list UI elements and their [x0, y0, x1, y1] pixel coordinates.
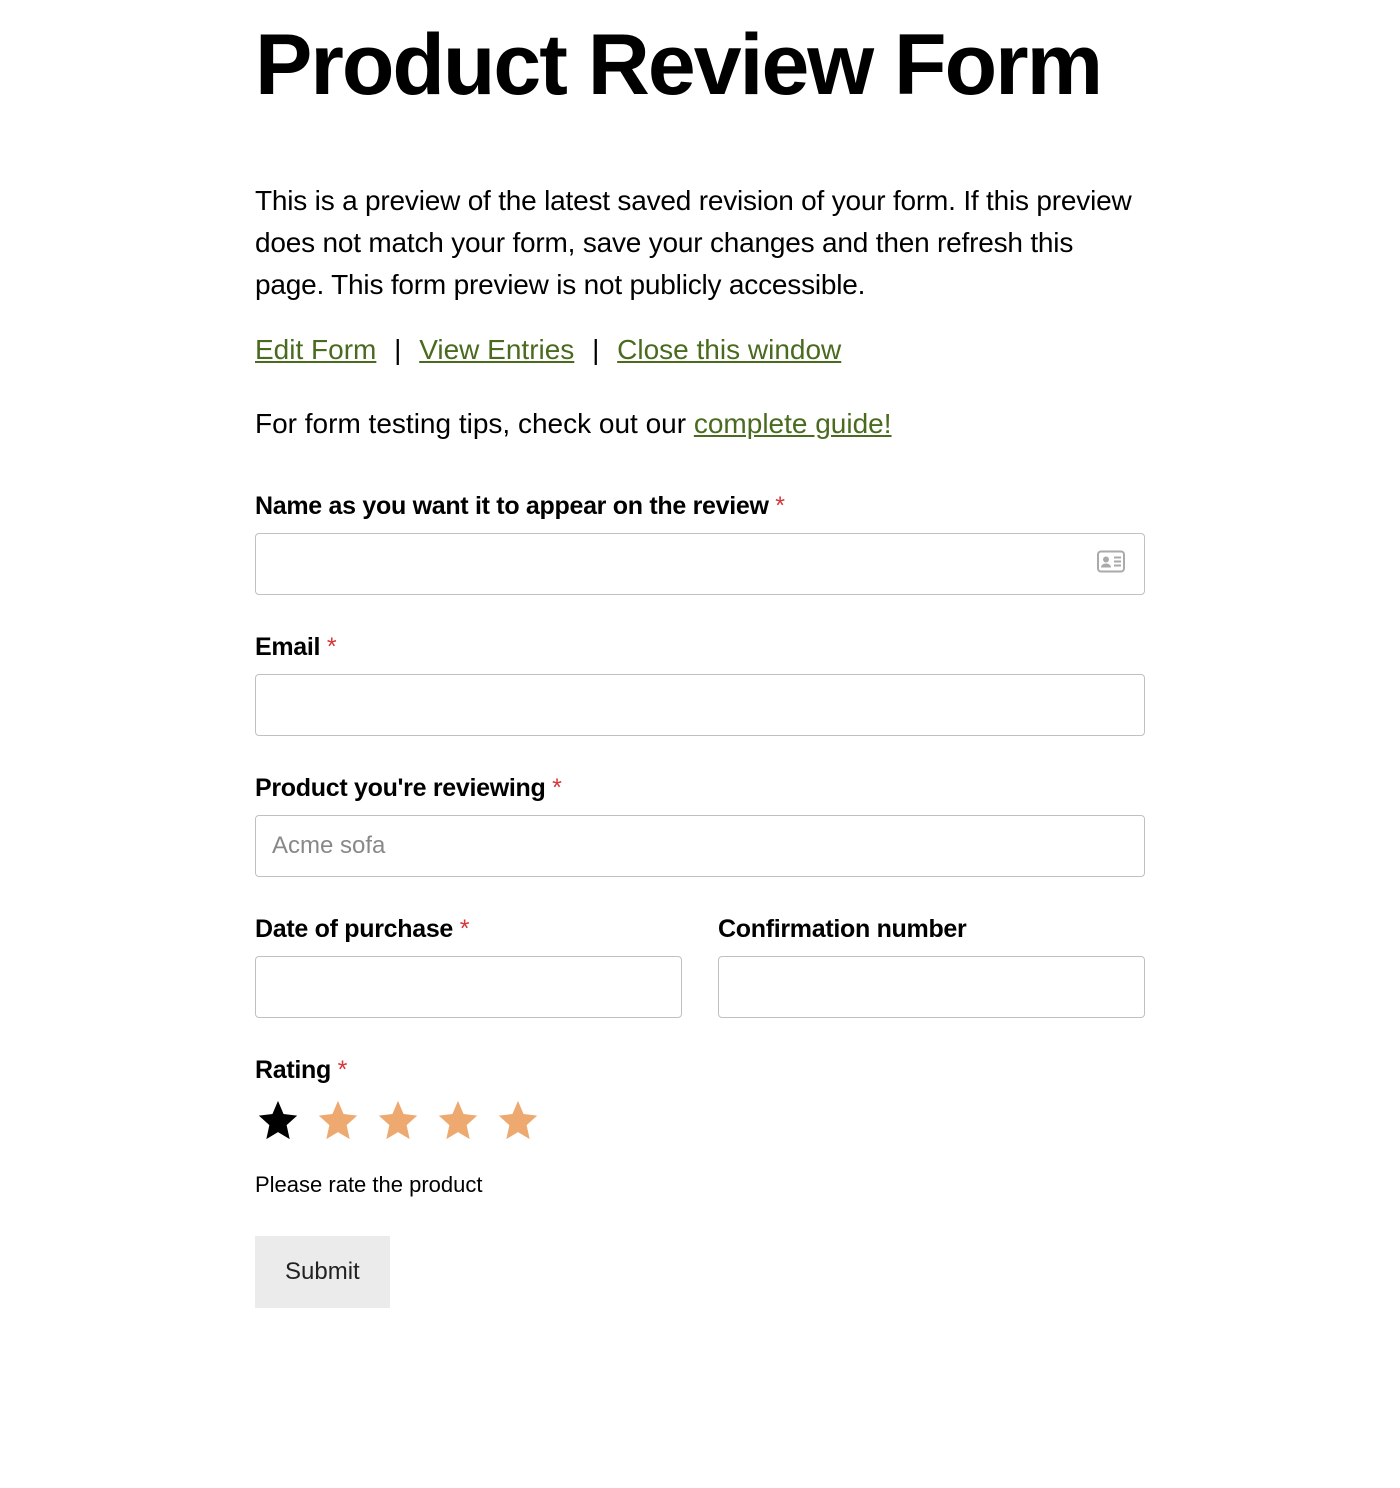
admin-links: Edit Form | View Entries | Close this wi… — [255, 334, 1145, 366]
rating-help-text: Please rate the product — [255, 1172, 1145, 1198]
tips-text: For form testing tips, check out our com… — [255, 408, 1145, 440]
star-icon[interactable] — [435, 1097, 481, 1148]
page-title: Product Review Form — [255, 20, 1145, 110]
intro-text: This is a preview of the latest saved re… — [255, 180, 1145, 306]
required-indicator: * — [775, 492, 784, 520]
required-indicator: * — [552, 774, 561, 802]
star-icon[interactable] — [315, 1097, 361, 1148]
product-input[interactable] — [255, 815, 1145, 877]
separator: | — [394, 334, 401, 365]
email-label: Email * — [255, 633, 1145, 662]
required-indicator: * — [327, 633, 336, 661]
required-indicator: * — [338, 1056, 347, 1084]
name-label: Name as you want it to appear on the rev… — [255, 492, 1145, 521]
confirmation-label: Confirmation number — [718, 915, 1145, 944]
star-icon[interactable] — [495, 1097, 541, 1148]
date-input[interactable] — [255, 956, 682, 1018]
tips-prefix: For form testing tips, check out our — [255, 408, 694, 439]
complete-guide-link[interactable]: complete guide! — [694, 408, 892, 439]
date-label: Date of purchase * — [255, 915, 682, 944]
view-entries-link[interactable]: View Entries — [419, 334, 574, 365]
product-label: Product you're reviewing * — [255, 774, 1145, 803]
separator: | — [592, 334, 599, 365]
rating-label: Rating * — [255, 1056, 1145, 1085]
rating-stars — [255, 1097, 1145, 1148]
email-input[interactable] — [255, 674, 1145, 736]
star-icon[interactable] — [375, 1097, 421, 1148]
confirmation-input[interactable] — [718, 956, 1145, 1018]
required-indicator: * — [460, 915, 469, 943]
close-window-link[interactable]: Close this window — [617, 334, 841, 365]
edit-form-link[interactable]: Edit Form — [255, 334, 376, 365]
contact-card-icon — [1097, 551, 1125, 578]
star-icon[interactable] — [255, 1097, 301, 1148]
name-input[interactable] — [255, 533, 1145, 595]
submit-button[interactable]: Submit — [255, 1236, 390, 1308]
